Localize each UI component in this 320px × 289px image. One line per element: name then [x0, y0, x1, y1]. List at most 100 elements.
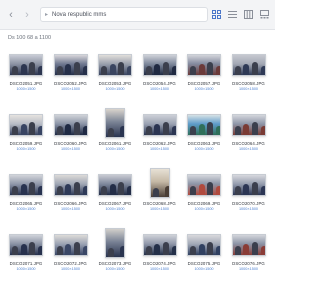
file-item[interactable]: DSCO2057.JPG 1000×1500 [183, 48, 225, 108]
file-dimensions: 1000×1500 [194, 267, 214, 271]
file-thumbnail [9, 234, 43, 256]
file-name: DSCO2051.JPG [9, 81, 43, 86]
view-switcher [212, 10, 269, 19]
file-name: DSCO2062.JPG [143, 141, 176, 146]
file-name: DSCO2071.JPG [9, 261, 43, 266]
file-item[interactable]: DSCO2071.JPG 1000×1500 [5, 228, 47, 288]
file-dimensions: 1000×1500 [60, 267, 81, 271]
file-item[interactable]: DSCO2052.JPG 1000×1500 [50, 48, 92, 108]
file-item[interactable]: DSCO2074.JPG 1000×1500 [139, 228, 181, 288]
file-dimensions: 1000×1500 [149, 267, 170, 271]
file-dimensions: 1000×1500 [238, 267, 259, 271]
file-name: DSCO2066.JPG [54, 201, 87, 206]
file-item[interactable]: DSCO2060.JPG 1000×1500 [50, 108, 92, 168]
file-thumbnail [231, 114, 266, 136]
file-item[interactable]: DSCO2068.JPG 1000×1500 [139, 168, 181, 228]
grid-view-icon[interactable] [212, 10, 221, 19]
file-item[interactable]: DSCO2076.JPG 1000×1500 [228, 228, 270, 288]
file-thumbnail [98, 54, 132, 76]
file-dimensions: 1000×1500 [105, 87, 125, 91]
file-thumbnail [9, 174, 43, 196]
file-thumbnail [231, 174, 266, 196]
file-item[interactable]: DSCO2072.JPG 1000×1500 [50, 228, 92, 288]
path-bar[interactable]: ▸ Nova respublic mms [40, 7, 208, 22]
path-chevron-icon: ▸ [45, 12, 49, 18]
file-item[interactable]: DSCO2051.JPG 1000×1500 [5, 48, 47, 108]
file-item[interactable]: DSCO2070.JPG 1000×1500 [228, 168, 270, 228]
file-name: DSCO2060.JPG [54, 141, 87, 146]
chevron-right-icon: › [25, 8, 29, 21]
file-name: DSCO2052.JPG [54, 81, 87, 86]
file-dimensions: 1000×1500 [60, 87, 81, 91]
selection-summary: Ds 100 68 a 1100 [8, 35, 52, 41]
file-thumbnail [53, 114, 88, 136]
file-thumbnail [53, 54, 88, 76]
file-name: DSCO2057.JPG [187, 81, 221, 86]
file-dimensions: 1000×1500 [105, 207, 125, 211]
file-dimensions: 1000×1500 [60, 147, 81, 151]
file-name: DSCO2053.JPG [98, 81, 132, 86]
file-thumbnail [187, 234, 221, 256]
file-thumbnail [187, 54, 221, 76]
file-item[interactable]: DSCO2069.JPG 1000×1500 [183, 168, 225, 228]
file-dimensions: 1000×1500 [149, 207, 170, 211]
file-item[interactable]: DSCO2075.JPG 1000×1500 [183, 228, 225, 288]
file-thumbnail [105, 228, 125, 258]
file-item[interactable]: DSCO2054.JPG 1000×1500 [139, 48, 181, 108]
file-thumbnail [231, 234, 266, 256]
file-item[interactable]: DSCO2073.JPG 1000×1500 [94, 228, 136, 288]
file-name: DSCO2065.JPG [9, 201, 43, 206]
file-name: DSCO2067.JPG [98, 201, 132, 206]
file-browser-window: ‹ › ▸ Nova respublic mms Ds 100 68 a 110… [0, 0, 275, 289]
gallery-view-icon[interactable] [260, 10, 269, 19]
file-name: DSCO2068.JPG [143, 201, 176, 206]
file-dimensions: 1000×1500 [194, 87, 214, 91]
file-item[interactable]: DSCO2064.JPG 1000×1500 [228, 108, 270, 168]
file-item[interactable]: DSCO2058.JPG 1000×1500 [228, 48, 270, 108]
file-name: DSCO2072.JPG [54, 261, 87, 266]
file-dimensions: 1000×1500 [105, 147, 125, 151]
file-dimensions: 1000×1500 [238, 87, 259, 91]
file-thumbnail [142, 234, 177, 256]
file-name: DSCO2063.JPG [187, 141, 221, 146]
file-name: DSCO2070.JPG [232, 201, 265, 206]
file-name: DSCO2058.JPG [232, 81, 265, 86]
file-name: DSCO2076.JPG [232, 261, 265, 266]
status-bar: Ds 100 68 a 1100 [0, 30, 275, 46]
file-name: DSCO2075.JPG [187, 261, 221, 266]
file-dimensions: 1000×1500 [149, 147, 170, 151]
file-item[interactable]: DSCO2062.JPG 1000×1500 [139, 108, 181, 168]
file-name: DSCO2074.JPG [143, 261, 176, 266]
file-item[interactable]: DSCO2061.JPG 1000×1500 [94, 108, 136, 168]
file-dimensions: 1000×1500 [16, 147, 36, 151]
file-dimensions: 1000×1500 [60, 207, 81, 211]
file-item[interactable]: DSCO2066.JPG 1000×1500 [50, 168, 92, 228]
file-dimensions: 1000×1500 [238, 147, 259, 151]
file-thumbnail [53, 234, 88, 256]
file-dimensions: 1000×1500 [16, 207, 36, 211]
file-thumbnail [187, 114, 221, 136]
file-dimensions: 1000×1500 [194, 147, 214, 151]
file-thumbnail [53, 174, 88, 196]
file-thumbnail [187, 174, 221, 196]
file-thumbnail [142, 54, 177, 76]
back-button[interactable]: ‹ [4, 8, 18, 22]
file-item[interactable]: DSCO2065.JPG 1000×1500 [5, 168, 47, 228]
file-dimensions: 1000×1500 [238, 207, 259, 211]
file-dimensions: 1000×1500 [16, 267, 36, 271]
file-thumbnail [142, 114, 177, 136]
list-view-icon[interactable] [228, 10, 237, 19]
file-name: DSCO2054.JPG [143, 81, 176, 86]
file-item[interactable]: DSCO2053.JPG 1000×1500 [94, 48, 136, 108]
file-thumbnail [231, 54, 266, 76]
file-item[interactable]: DSCO2063.JPG 1000×1500 [183, 108, 225, 168]
file-dimensions: 1000×1500 [105, 267, 125, 271]
file-item[interactable]: DSCO2059.JPG 1000×1500 [5, 108, 47, 168]
file-name: DSCO2069.JPG [187, 201, 221, 206]
column-view-icon[interactable] [244, 10, 253, 19]
file-thumbnail [105, 108, 125, 138]
file-thumbnail [149, 168, 170, 198]
file-dimensions: 1000×1500 [149, 87, 170, 91]
forward-button[interactable]: › [20, 8, 34, 22]
file-item[interactable]: DSCO2067.JPG 1000×1500 [94, 168, 136, 228]
